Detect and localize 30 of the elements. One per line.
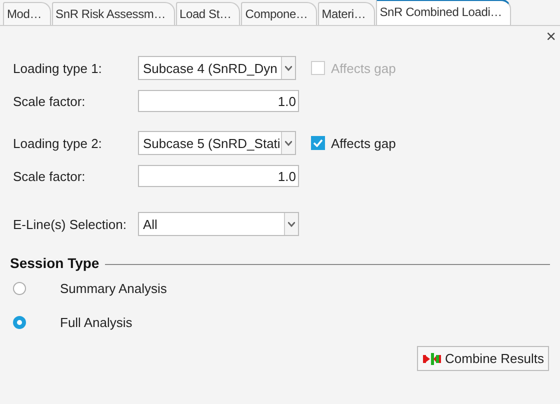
tab[interactable]: Load St… [176, 2, 240, 25]
caret-icon [288, 222, 295, 226]
close-icon[interactable]: × [546, 29, 556, 47]
field-label: Loading type 2: [13, 136, 103, 150]
combine-icon [422, 352, 442, 366]
radio-label: Summary Analysis [60, 280, 167, 296]
tab[interactable]: Compone… [241, 2, 317, 25]
loading-type-dropdown[interactable]: Subcase 5 (SnRD_Stati [138, 131, 296, 155]
eline-dropdown[interactable]: All [138, 212, 299, 236]
field-label: E-Line(s) Selection: [13, 216, 128, 232]
tab[interactable]: SnR Combined Loadi… [376, 0, 511, 25]
caret-icon [285, 66, 292, 70]
scale-factor-field[interactable]: 1.0 [138, 165, 299, 187]
scale-factor-field[interactable]: 1.0 [138, 90, 299, 112]
tab[interactable]: Mod… [3, 2, 51, 25]
radio-label: Full Analysis [60, 314, 132, 330]
loading-type-dropdown[interactable]: Subcase 4 (SnRD_Dyn [138, 56, 296, 80]
checkbox[interactable] [311, 136, 325, 150]
checkbox-label: Affects gap [331, 136, 396, 150]
caret-icon [285, 140, 292, 146]
field-label: Scale factor: [13, 168, 86, 184]
combine-results-button[interactable]: Combine Results [417, 346, 549, 371]
tab[interactable]: Materi… [318, 2, 375, 25]
section-title: Session Type [10, 255, 100, 271]
radio-button[interactable] [13, 282, 26, 294]
radio-button[interactable] [13, 316, 26, 328]
field-label: Scale factor: [13, 94, 86, 108]
field-label: Loading type 1: [13, 60, 103, 76]
tab[interactable]: SnR Risk Assessm… [52, 2, 175, 25]
checkbox-label: Affects gap [331, 60, 396, 76]
